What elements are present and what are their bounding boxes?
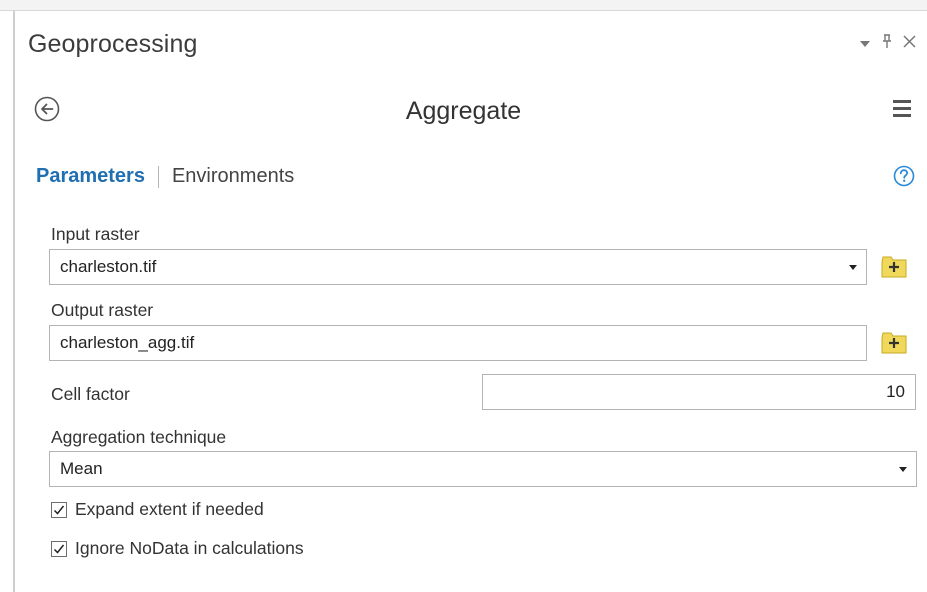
pane-options-dropdown-icon[interactable] (859, 35, 871, 53)
pane-left-border (13, 11, 15, 592)
browse-folder-icon[interactable] (881, 255, 907, 279)
pane-window-controls (859, 33, 916, 54)
ignore-nodata-label: Ignore NoData in calculations (75, 538, 304, 558)
input-raster-field[interactable]: charleston.tif (49, 249, 867, 285)
pin-icon[interactable] (881, 33, 893, 54)
input-raster-label: Input raster (51, 224, 140, 244)
tab-parameters[interactable]: Parameters (36, 165, 145, 188)
aggregation-technique-select[interactable]: Mean (49, 451, 917, 487)
top-strip (0, 0, 927, 10)
chevron-down-icon[interactable] (899, 467, 907, 472)
pane-title: Geoprocessing (28, 30, 198, 58)
aggregation-technique-label: Aggregation technique (51, 427, 227, 447)
back-arrow-icon (34, 96, 60, 122)
browse-folder-icon[interactable] (881, 331, 907, 355)
output-raster-label: Output raster (51, 300, 154, 320)
ignore-nodata-option: Ignore NoData in calculations (51, 538, 304, 559)
expand-extent-option: Expand extent if needed (51, 499, 264, 520)
input-raster-value: charleston.tif (60, 257, 157, 276)
expand-extent-label: Expand extent if needed (75, 499, 264, 519)
parameter-tabs: Parameters Environments (36, 165, 294, 188)
output-raster-value: charleston_agg.tif (60, 333, 195, 352)
cell-factor-label: Cell factor (51, 384, 130, 404)
tab-environments[interactable]: Environments (172, 165, 294, 188)
checkmark-icon (53, 544, 65, 554)
close-icon[interactable] (903, 34, 916, 53)
tab-separator (157, 165, 159, 188)
cell-factor-field[interactable]: 10 (482, 374, 916, 410)
tool-title: Aggregate (405, 97, 522, 125)
help-icon[interactable] (893, 165, 915, 187)
expand-extent-checkbox[interactable] (51, 501, 67, 518)
back-button[interactable] (34, 96, 60, 122)
checkmark-icon (53, 505, 65, 515)
output-raster-field[interactable]: charleston_agg.tif (49, 325, 867, 361)
ignore-nodata-checkbox[interactable] (51, 540, 67, 557)
menu-hamburger-icon[interactable] (893, 100, 911, 117)
chevron-down-icon[interactable] (849, 265, 857, 270)
cell-factor-value: 10 (886, 382, 905, 401)
aggregation-technique-value: Mean (60, 459, 103, 478)
top-divider (0, 10, 927, 11)
